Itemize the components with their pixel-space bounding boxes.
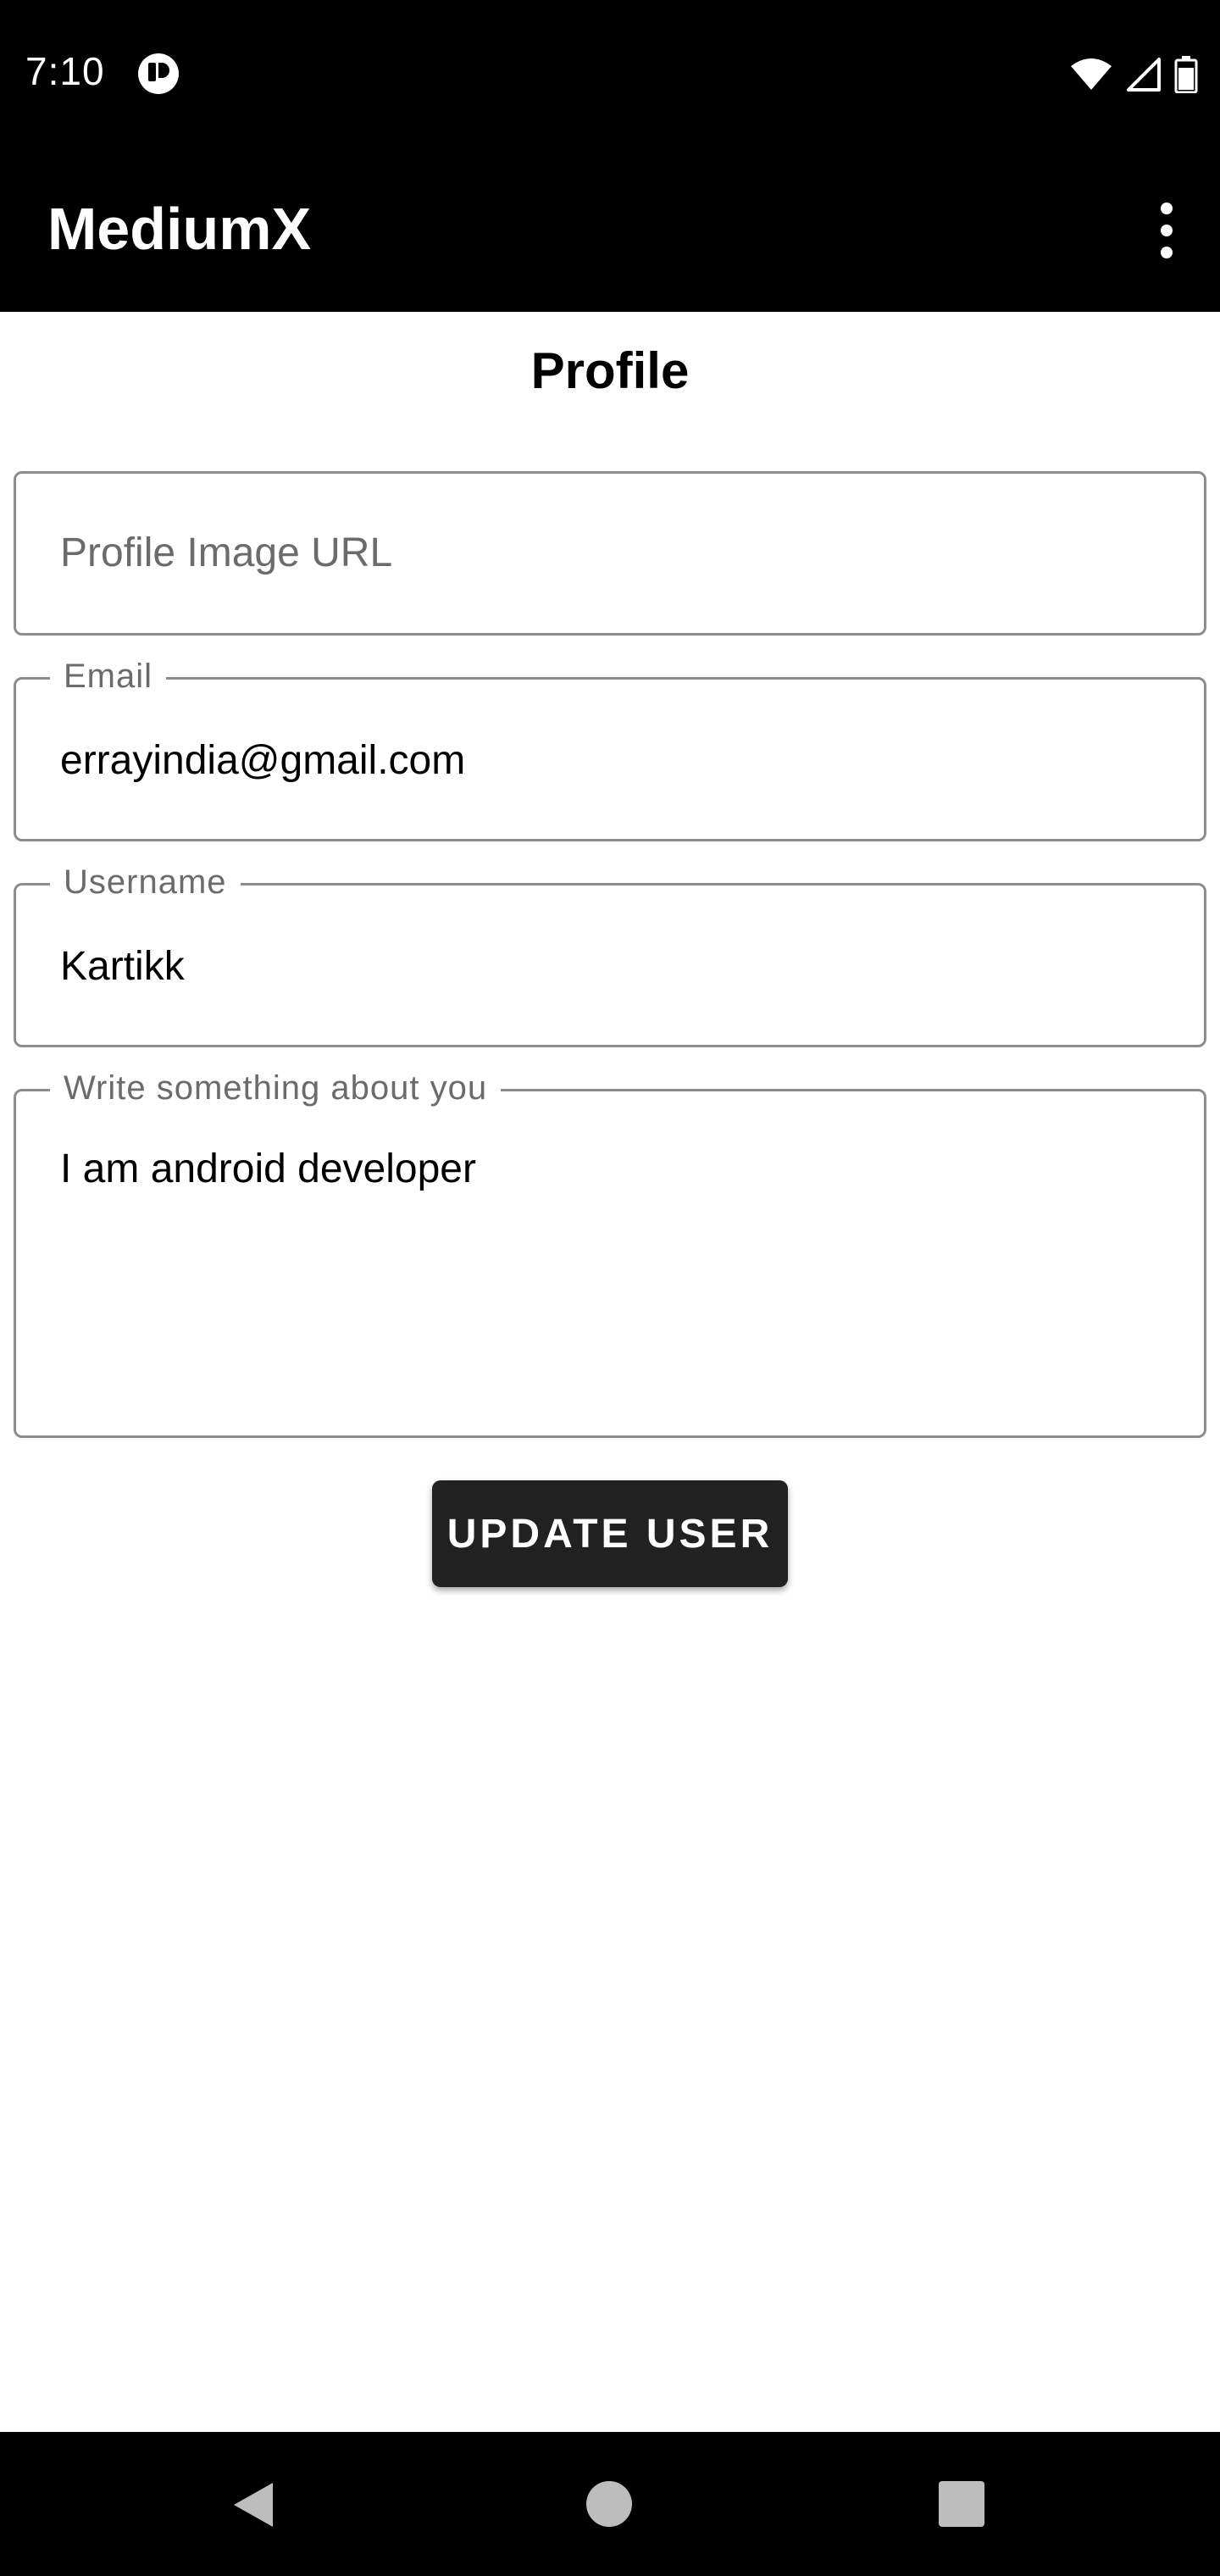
- profile-image-url-placeholder: Profile Image URL: [60, 530, 393, 575]
- profile-image-url-field[interactable]: Profile Image URL: [14, 471, 1206, 636]
- username-label: Username: [50, 860, 241, 904]
- app-notification-icon: [138, 53, 179, 94]
- email-field[interactable]: Email errayindia@gmail.com: [14, 654, 1206, 841]
- bio-label: Write something about you: [50, 1066, 502, 1110]
- menu-dot: [1161, 225, 1173, 236]
- update-user-button[interactable]: UPDATE USER: [432, 1480, 788, 1587]
- status-icons: [1069, 51, 1198, 98]
- page-title: Profile: [530, 342, 690, 399]
- recents-icon[interactable]: [939, 2481, 984, 2527]
- bio-value: I am android developer: [60, 1146, 476, 1191]
- navigation-bar: [0, 2432, 1220, 2576]
- username-value: Kartikk: [60, 944, 185, 989]
- menu-dot: [1161, 247, 1173, 258]
- username-field[interactable]: Username Kartikk: [14, 860, 1206, 1047]
- email-label: Email: [50, 654, 167, 698]
- back-icon[interactable]: [229, 2479, 276, 2530]
- home-icon[interactable]: [586, 2481, 632, 2527]
- app-title: MediumX: [47, 196, 312, 262]
- menu-dot: [1161, 203, 1173, 214]
- status-time: 7:10: [25, 49, 105, 93]
- cellular-signal-icon: [1127, 58, 1161, 92]
- app-bar: MediumX: [0, 146, 1220, 312]
- bio-field[interactable]: Write something about you I am android d…: [14, 1066, 1206, 1438]
- email-value: errayindia@gmail.com: [60, 738, 466, 783]
- status-bar: 7:10: [0, 0, 1220, 146]
- overflow-menu-icon[interactable]: [1139, 188, 1195, 273]
- wifi-icon: [1071, 58, 1112, 90]
- battery-icon: [1174, 56, 1198, 93]
